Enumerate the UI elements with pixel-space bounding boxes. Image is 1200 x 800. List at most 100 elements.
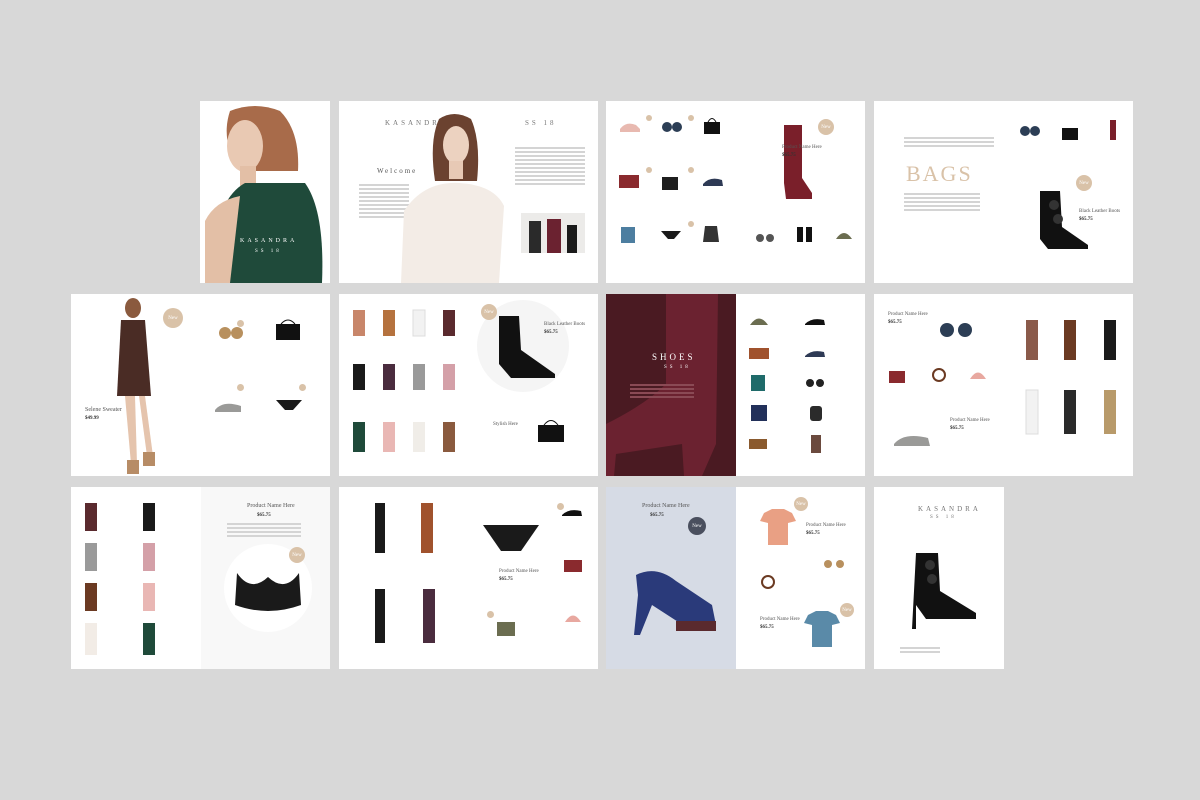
new-badge-sandal: New bbox=[688, 517, 706, 535]
welcome-spread: KASANDRA SS 18 Welcome bbox=[339, 101, 598, 283]
handbag-thumb-2 bbox=[1062, 128, 1078, 140]
bags-spread: BAGS New Black Leather Boots $65.75 bbox=[874, 101, 1133, 283]
wallet-thumb bbox=[749, 439, 767, 449]
tshirt-thumb bbox=[760, 509, 796, 545]
lace-panty-photo bbox=[483, 525, 539, 551]
new-badge-bra: New bbox=[289, 547, 305, 563]
sweater-spread: New Selene Sweater $49.99 bbox=[71, 294, 330, 476]
oxford-thumb-2 bbox=[562, 510, 582, 516]
camera-bag-thumb bbox=[749, 348, 769, 359]
cover-brand: KASANDRA bbox=[240, 238, 298, 244]
shoes-text bbox=[630, 384, 694, 400]
mixed-grid-spread: Product Name Here $65.75 Product Name He… bbox=[874, 294, 1133, 476]
lingerie-price: $65.75 bbox=[257, 513, 271, 518]
models-grid bbox=[1025, 320, 1116, 435]
sunglasses-thumb-4 bbox=[219, 327, 243, 339]
sandal-name: Product Name Here bbox=[642, 503, 690, 509]
handbag-thumb-3 bbox=[276, 319, 300, 340]
clothing-grid-spread: New Black Leather Boots $65.75 Stylish H… bbox=[339, 294, 598, 476]
back-cover-page: KASANDRA SS 18 bbox=[874, 487, 1004, 669]
clutch-thumb-3 bbox=[564, 560, 582, 572]
phone-case-thumb bbox=[811, 435, 821, 453]
sunglasses-thumb bbox=[662, 122, 682, 132]
tote-thumb bbox=[662, 177, 678, 190]
sunglasses-thumb-5 bbox=[806, 379, 824, 387]
boots-price: $65.75 bbox=[1079, 217, 1093, 222]
ankle-boots-thumb bbox=[797, 227, 812, 242]
cap-thumb bbox=[836, 233, 852, 239]
folder-thumb bbox=[751, 405, 767, 421]
models-spread: Product Name Here $65.75 bbox=[339, 487, 598, 669]
cover-model-photo bbox=[200, 101, 330, 283]
handbag-thumb-4 bbox=[538, 420, 564, 442]
cap-thumb-4 bbox=[565, 615, 581, 622]
product-name-3: Product Name Here bbox=[950, 418, 990, 423]
product-name: Product Name Here bbox=[782, 145, 822, 150]
tall-boot-thumb bbox=[1110, 120, 1116, 140]
loafer-thumb-2 bbox=[805, 351, 825, 357]
lingerie-thumb bbox=[661, 231, 681, 239]
welcome-season: SS 18 bbox=[525, 119, 557, 127]
loafer-thumb bbox=[703, 178, 723, 186]
tote-thumb-2 bbox=[497, 622, 515, 636]
cover-page: KASANDRA SS 18 bbox=[200, 101, 330, 283]
models-group bbox=[375, 503, 435, 643]
sunglasses-thumb-2 bbox=[756, 234, 774, 242]
back-season: SS 18 bbox=[930, 515, 957, 520]
sandal-photo bbox=[634, 571, 716, 635]
sandal-spread: Product Name Here $65.75 New New Product… bbox=[606, 487, 865, 669]
product-grid-spread-1: New Product Name Here $65.75 bbox=[606, 101, 865, 283]
handbag-thumb bbox=[704, 118, 720, 134]
tshirt-name: Product Name Here bbox=[806, 523, 846, 528]
models-column bbox=[85, 503, 155, 655]
sandal-price: $65.75 bbox=[650, 513, 664, 518]
clutch-thumb-2 bbox=[889, 371, 905, 383]
cap-thumb-2 bbox=[750, 318, 768, 325]
sunglasses-thumb-3 bbox=[1020, 126, 1040, 136]
product-price-3: $65.75 bbox=[950, 426, 964, 431]
striped-shirt-thumb bbox=[621, 227, 635, 243]
sunglasses-thumb-6 bbox=[940, 323, 972, 337]
shoes-spread: SHOES SS 18 bbox=[606, 294, 865, 476]
belt-thumb bbox=[932, 368, 946, 382]
new-badge-tshirt: New bbox=[794, 497, 808, 511]
lace-panty-thumb bbox=[276, 400, 302, 410]
brogues-thumb-2 bbox=[894, 436, 930, 446]
notebook-thumb bbox=[751, 375, 765, 391]
bags-heading: BAGS bbox=[906, 161, 973, 186]
lingerie-product-name: Product Name Here bbox=[247, 503, 295, 509]
shirt-price: $65.75 bbox=[760, 625, 774, 630]
shoes-heading: SHOES bbox=[652, 352, 696, 362]
tshirt-price: $65.75 bbox=[806, 531, 820, 536]
bags-text bbox=[904, 193, 980, 213]
tops-grid bbox=[353, 309, 455, 452]
cover-season: SS 18 bbox=[255, 249, 282, 254]
new-badge-boot: New bbox=[481, 304, 497, 320]
cap-thumb-3 bbox=[970, 372, 986, 379]
lingerie-text bbox=[227, 523, 301, 539]
new-badge: New bbox=[818, 119, 834, 135]
new-badge-bags: New bbox=[1076, 175, 1092, 191]
boot-name: Black Leather Boots bbox=[544, 322, 586, 327]
panty-price: $65.75 bbox=[499, 577, 513, 582]
product-name-2: Product Name Here bbox=[888, 312, 928, 317]
striped-shirt-thumb-2 bbox=[804, 611, 840, 647]
shirt-name: Product Name Here bbox=[760, 617, 800, 622]
backpack-thumb bbox=[810, 406, 822, 421]
new-badge-sweater: New bbox=[163, 308, 183, 328]
belt-thumb-2 bbox=[761, 575, 775, 589]
shoes-season: SS 18 bbox=[664, 365, 691, 370]
boot-price: $65.75 bbox=[544, 330, 558, 335]
new-badge-shirt: New bbox=[840, 603, 854, 617]
welcome-text-block-2 bbox=[515, 147, 585, 187]
oxford-thumb bbox=[805, 319, 825, 325]
welcome-model-photo bbox=[401, 114, 504, 283]
sneaker-thumb bbox=[620, 123, 640, 132]
back-boot-photo bbox=[912, 553, 976, 629]
clutch-thumb bbox=[619, 175, 639, 188]
panty-name: Product Name Here bbox=[499, 569, 539, 574]
back-text bbox=[900, 647, 940, 655]
product-price-2: $65.75 bbox=[888, 320, 902, 325]
stylish-item: Stylish Here bbox=[493, 422, 518, 427]
brogues-thumb bbox=[215, 403, 241, 412]
